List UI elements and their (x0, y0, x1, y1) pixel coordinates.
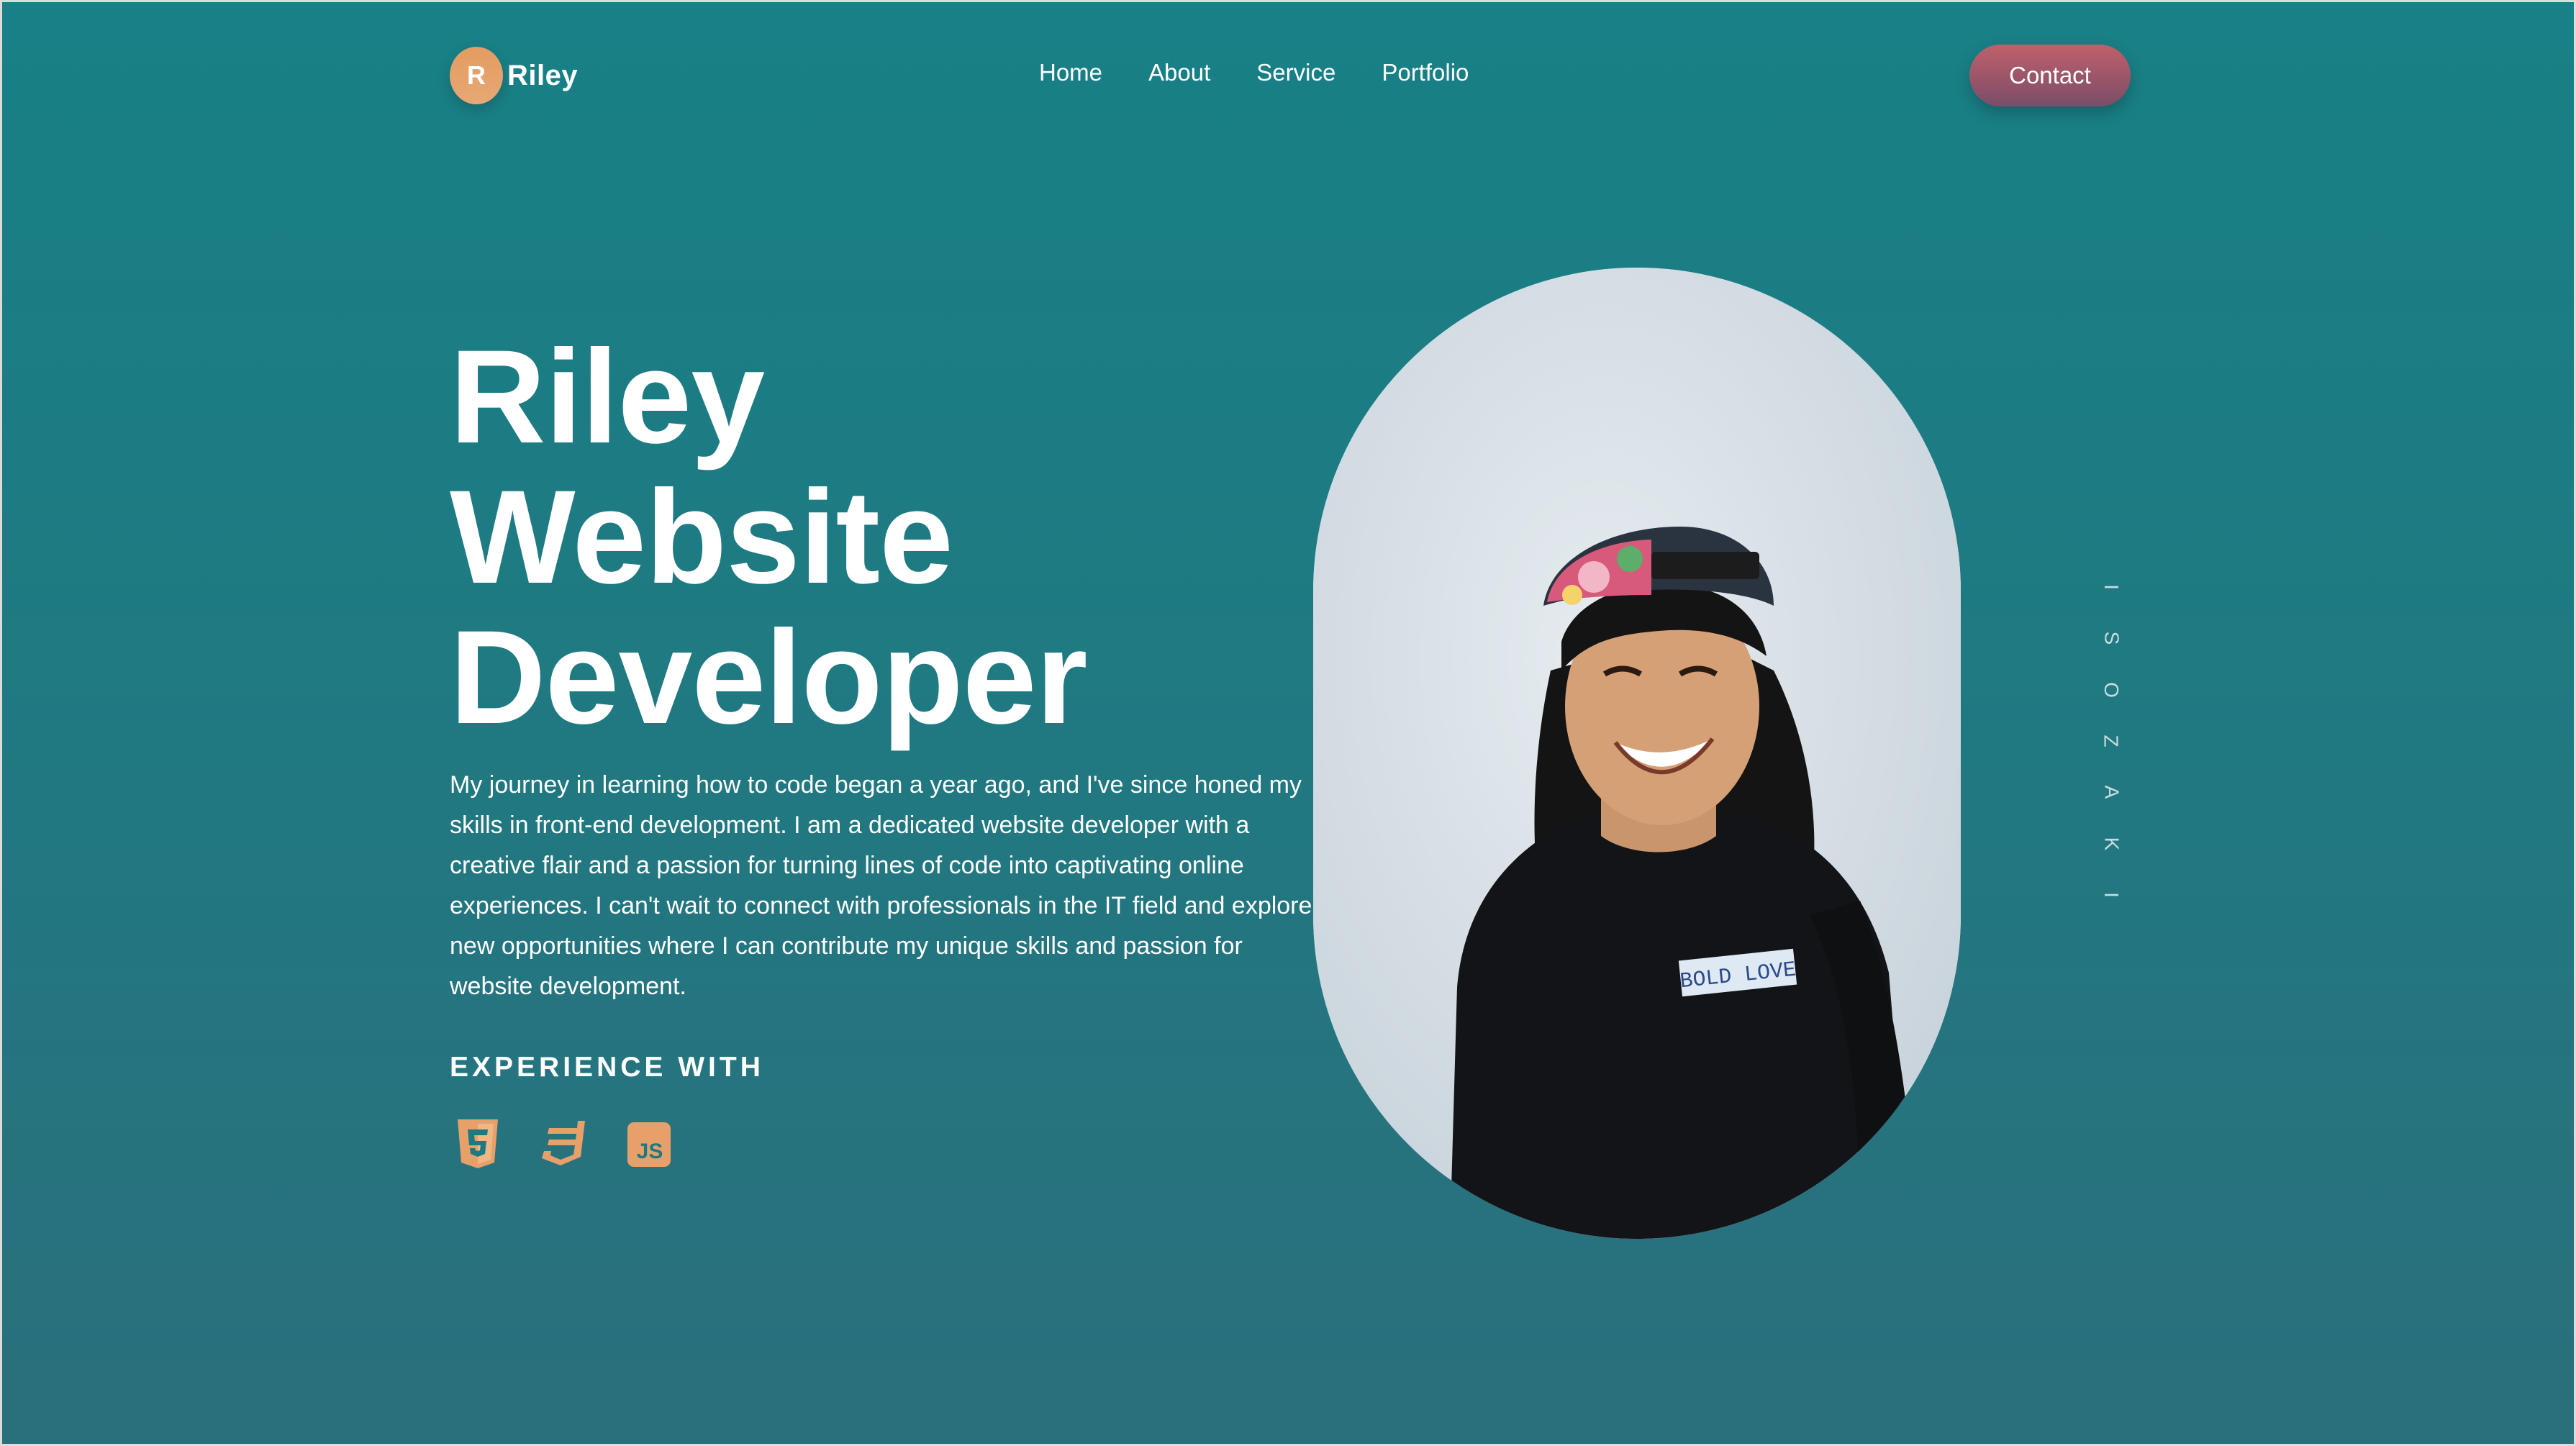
vertical-letter: I (2100, 892, 2123, 898)
nav-home-link[interactable]: Home (1039, 59, 1102, 86)
css3-icon (542, 1121, 585, 1165)
hero-title-line-1: Riley (450, 323, 765, 471)
logo-badge: R (450, 47, 503, 104)
javascript-icon: JS (627, 1122, 671, 1167)
brand-logo[interactable]: R Riley (450, 47, 578, 104)
vertical-letter: I (2100, 584, 2123, 590)
window-frame (0, 0, 2576, 1446)
contact-button[interactable]: Contact (1969, 45, 2131, 106)
vertical-name: I S O Z A K I (2097, 576, 2126, 906)
experience-heading: EXPERIENCE WITH (450, 1052, 764, 1083)
nav-portfolio-link[interactable]: Portfolio (1382, 59, 1469, 86)
vertical-letter: O (2100, 681, 2123, 698)
vertical-letter: S (2100, 631, 2123, 645)
hero-title-line-3: Developer (450, 604, 1088, 752)
nav-about-link[interactable]: About (1148, 59, 1210, 86)
skills-list: JS (455, 1118, 672, 1170)
vertical-letter: Z (2100, 735, 2123, 747)
html5-icon (458, 1119, 498, 1168)
hero-description: My journey in learning how to code began… (450, 771, 1312, 1000)
js-icon-label: JS (637, 1140, 663, 1163)
nav-service-link[interactable]: Service (1256, 59, 1335, 86)
hero-title: Riley Website Developer (450, 323, 1088, 752)
profile-photo: BOLD LOVE (1313, 268, 1961, 1239)
hero-title-line-2: Website (450, 463, 953, 611)
brand-name: Riley (507, 59, 579, 91)
vertical-letter: A (2100, 785, 2123, 799)
main-nav: Home About Service Portfolio (1039, 59, 1469, 86)
vertical-letter: K (2100, 837, 2123, 850)
